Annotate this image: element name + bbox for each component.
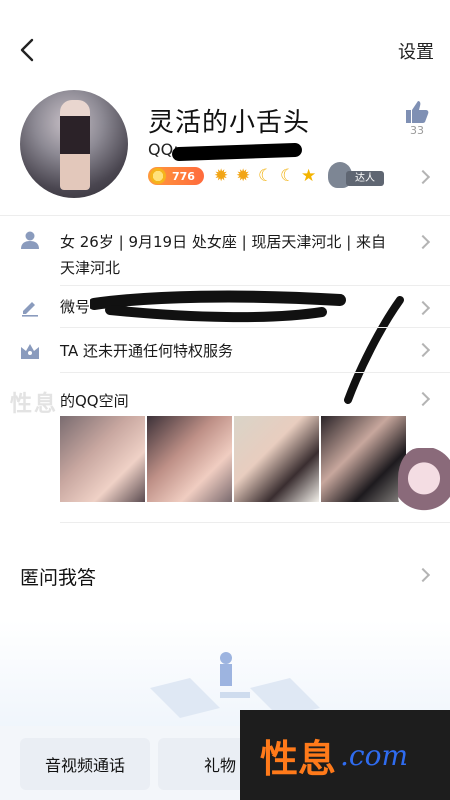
wechat-label: 微号 (60, 298, 91, 316)
watermark-logo: 性息 .com (240, 710, 450, 800)
watermark-zh: 性息 (260, 735, 337, 781)
chevron-right-icon[interactable] (415, 234, 431, 250)
chevron-right-icon[interactable] (415, 300, 431, 316)
divider (60, 327, 450, 328)
coin-badge[interactable]: 776 (148, 167, 204, 185)
chevron-right-icon[interactable] (415, 169, 431, 185)
space-photo[interactable] (147, 416, 232, 502)
qa-section-title[interactable]: 匿问我答 (20, 563, 96, 590)
pencil-icon (22, 302, 38, 317)
privilege-status: TA 还未开通任何特权服务 (60, 342, 234, 360)
star-icon: ★ (301, 166, 317, 186)
watermark-en: .com (340, 738, 409, 772)
av-call-button[interactable]: 音视频通话 (20, 738, 150, 790)
space-photo[interactable] (234, 416, 319, 502)
qq-number-redaction (171, 142, 303, 162)
divider (60, 522, 450, 523)
coin-icon (150, 168, 166, 184)
thumbs-up-icon[interactable] (404, 100, 430, 124)
nickname: 灵活的小舌头 (148, 108, 311, 138)
divider (60, 372, 450, 373)
daren-label: 达人 (346, 171, 384, 186)
coin-value: 776 (172, 169, 195, 183)
moon-icon: ☾ (258, 166, 274, 186)
watermark-faint: 性息 (10, 392, 59, 417)
daren-badge[interactable]: 达人 (328, 162, 386, 188)
person-icon (21, 231, 39, 249)
sun-icon: ✹ (214, 166, 229, 186)
qq-space-label[interactable]: 的QQ空间 (60, 390, 129, 411)
profile-info: 女 26岁 | 9月19日 处女座 | 现居天津河北 | 来自天津河北 (60, 233, 387, 277)
crown-icon (21, 344, 39, 359)
sun-icon: ✹ (236, 166, 251, 186)
settings-button[interactable]: 设置 (398, 38, 434, 64)
back-arrow-icon[interactable] (16, 36, 40, 64)
divider (60, 285, 450, 286)
divider (0, 215, 450, 216)
space-photo[interactable] (60, 416, 145, 502)
chevron-right-icon[interactable] (415, 391, 431, 407)
chevron-right-icon[interactable] (415, 567, 431, 583)
avatar[interactable] (20, 90, 128, 198)
space-photo[interactable] (321, 416, 406, 502)
moon-icon: ☾ (280, 166, 296, 186)
like-count: 33 (410, 124, 424, 137)
chevron-right-icon[interactable] (415, 342, 431, 358)
anime-sticker (398, 448, 450, 524)
